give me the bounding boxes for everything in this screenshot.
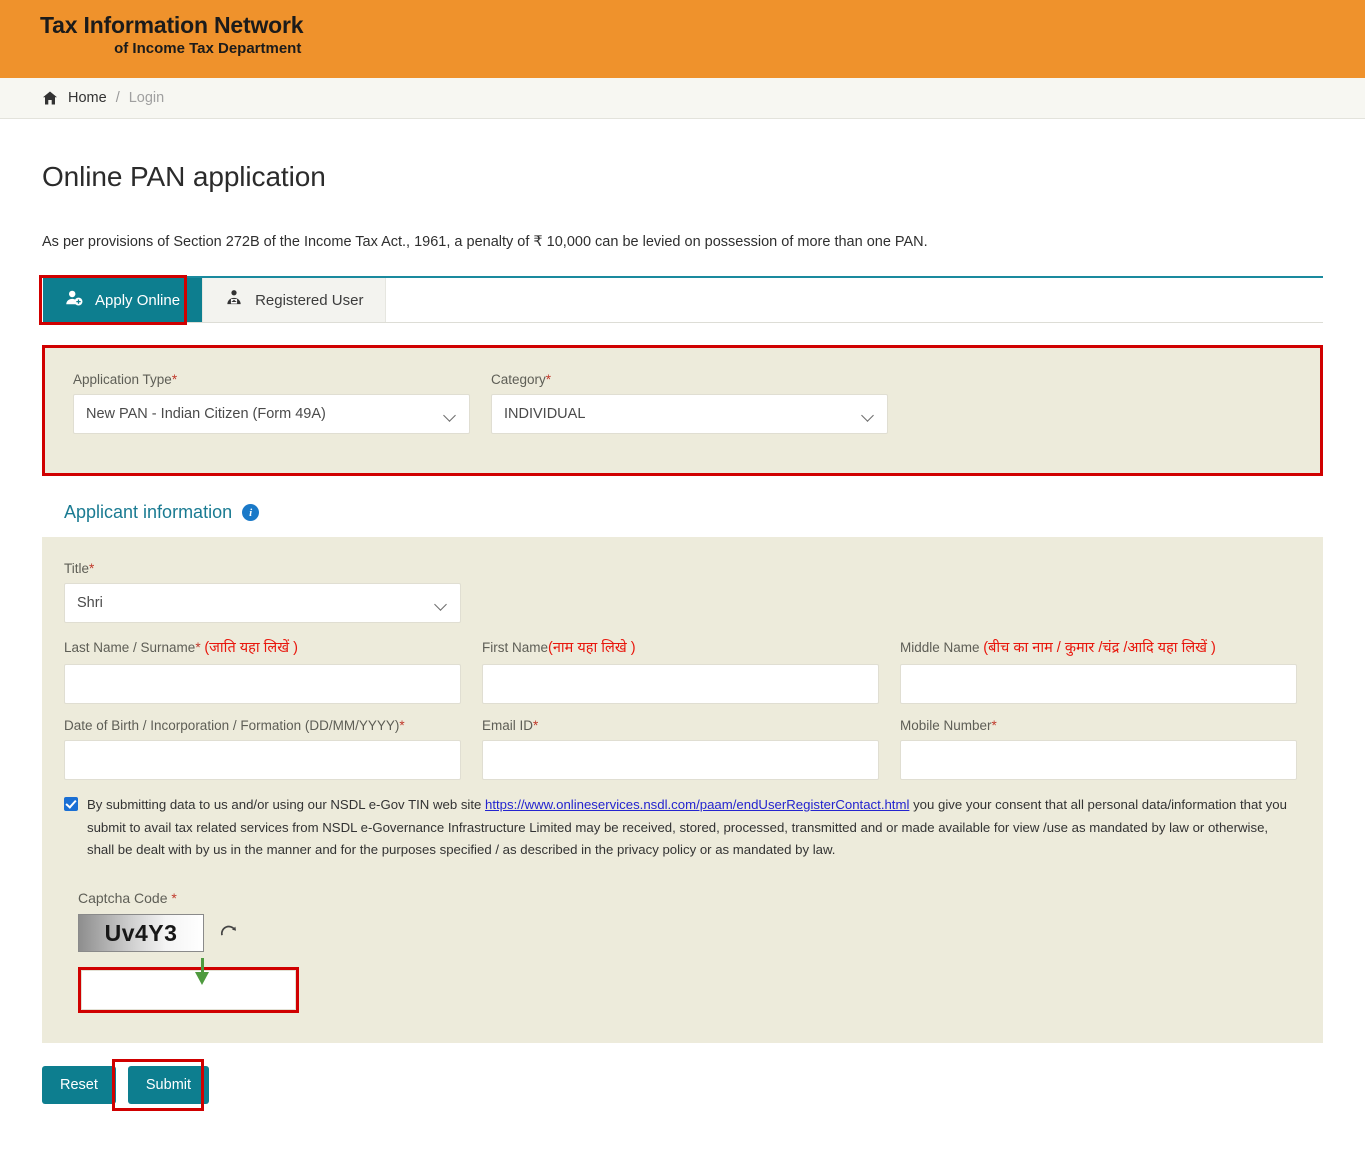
- logo-title: Tax Information Network: [40, 12, 304, 38]
- last-name-input[interactable]: [64, 664, 461, 704]
- last-name-label: Last Name / Surname* (जाति यहा लिखें ): [64, 637, 461, 657]
- applicant-information-heading: Applicant information i: [64, 502, 1323, 523]
- consent-text-before: By submitting data to us and/or using ou…: [87, 797, 486, 812]
- submit-button[interactable]: Submit: [127, 1066, 210, 1105]
- info-icon[interactable]: i: [242, 504, 260, 521]
- page-content: Online PAN application As per provisions…: [0, 119, 1365, 1128]
- breadcrumb-link-home[interactable]: Home: [68, 90, 107, 106]
- reset-button[interactable]: Reset: [42, 1066, 116, 1105]
- tab-registered-user-label: Registered User: [255, 291, 364, 309]
- form-actions: Reset Submit: [42, 1059, 1323, 1128]
- application-type-value: New PAN - Indian Citizen (Form 49A): [86, 406, 326, 422]
- mobile-label-text: Mobile Number: [900, 718, 992, 733]
- breadcrumb-current-login: Login: [128, 90, 165, 106]
- dob-required: *: [399, 718, 405, 733]
- dob-input[interactable]: [64, 740, 461, 780]
- tab-registered-user[interactable]: Registered User: [202, 278, 387, 322]
- field-application-type: Application Type* New PAN - Indian Citiz…: [73, 372, 470, 434]
- application-type-required: *: [171, 372, 178, 387]
- consent-text: By submitting data to us and/or using ou…: [87, 794, 1297, 862]
- dob-label-text: Date of Birth / Incorporation / Formatio…: [64, 718, 400, 733]
- last-name-label-text: Last Name / Surname: [64, 640, 196, 655]
- captcha-label-text: Captcha Code: [78, 890, 172, 907]
- user-add-icon: [65, 289, 83, 311]
- field-middle-name: Middle Name (बीच का नाम / कुमार /चंद्र /…: [900, 637, 1297, 704]
- middle-name-hindi-note: (बीच का नाम / कुमार /चंद्र /आदि यहा लिखे…: [983, 640, 1216, 656]
- application-type-panel: Application Type* New PAN - Indian Citiz…: [42, 345, 1323, 476]
- middle-name-label: Middle Name (बीच का नाम / कुमार /चंद्र /…: [900, 637, 1297, 657]
- category-label: Category*: [491, 372, 888, 387]
- tab-bar: Apply Online Registered User: [39, 275, 1323, 325]
- last-name-required: *: [195, 640, 201, 655]
- refresh-icon[interactable]: [218, 922, 240, 944]
- application-type-label: Application Type*: [73, 372, 470, 387]
- email-label: Email ID*: [482, 718, 879, 733]
- applicant-information-heading-text: Applicant information: [64, 502, 233, 522]
- site-header: Tax Information Network of Income Tax De…: [0, 0, 1365, 78]
- first-name-label: First Name(नाम यहा लिखे ): [482, 637, 879, 657]
- contact-row: Date of Birth / Incorporation / Formatio…: [64, 718, 1301, 780]
- mobile-label: Mobile Number*: [900, 718, 1297, 733]
- title-label: Title*: [64, 561, 461, 576]
- first-name-hindi-note: (नाम यहा लिखे ): [548, 640, 636, 656]
- middle-name-label-text: Middle Name: [900, 640, 984, 655]
- mobile-required: *: [991, 718, 997, 733]
- field-first-name: First Name(नाम यहा लिखे ): [482, 637, 879, 704]
- intro-text: As per provisions of Section 272B of the…: [42, 234, 928, 250]
- logo-subtitle: of Income Tax Department: [114, 39, 302, 57]
- mobile-input[interactable]: [900, 740, 1297, 780]
- first-name-input[interactable]: [482, 664, 879, 704]
- title-label-text: Title: [64, 561, 90, 576]
- application-type-label-text: Application Type: [73, 372, 172, 387]
- home-icon[interactable]: [42, 90, 58, 106]
- captcha-label: Captcha Code *: [78, 890, 1301, 906]
- middle-name-input[interactable]: [900, 664, 1297, 704]
- category-value: INDIVIDUAL: [504, 406, 586, 422]
- captcha-row: Uv4Y3: [78, 914, 1301, 953]
- title-row: Title* Shri: [64, 561, 1301, 623]
- dob-label: Date of Birth / Incorporation / Formatio…: [64, 718, 461, 733]
- captcha-input-highlight: [78, 967, 299, 1014]
- captcha-block: Captcha Code * Uv4Y3: [64, 890, 1301, 1014]
- category-required: *: [545, 372, 552, 387]
- breadcrumb: Home / Login: [0, 78, 1365, 119]
- category-select[interactable]: INDIVIDUAL: [491, 394, 888, 434]
- captcha-image: Uv4Y3: [78, 914, 204, 953]
- name-row: Last Name / Surname* (जाति यहा लिखें ) F…: [64, 637, 1301, 704]
- field-date-of-birth: Date of Birth / Incorporation / Formatio…: [64, 718, 461, 780]
- title-value: Shri: [77, 595, 103, 611]
- email-required: *: [533, 718, 539, 733]
- title-required: *: [89, 561, 95, 576]
- field-last-name: Last Name / Surname* (जाति यहा लिखें ): [64, 637, 461, 704]
- application-type-select[interactable]: New PAN - Indian Citizen (Form 49A): [73, 394, 470, 434]
- consent-block: By submitting data to us and/or using ou…: [64, 794, 1301, 862]
- field-mobile-number: Mobile Number*: [900, 718, 1297, 780]
- breadcrumb-separator: /: [115, 90, 120, 106]
- field-title: Title* Shri: [64, 561, 461, 623]
- email-input[interactable]: [482, 740, 879, 780]
- title-select[interactable]: Shri: [64, 583, 461, 623]
- email-label-text: Email ID: [482, 718, 534, 733]
- tab-apply-online[interactable]: Apply Online: [43, 278, 203, 322]
- consent-checkbox[interactable]: [64, 797, 78, 811]
- last-name-hindi-note: (जाति यहा लिखें ): [204, 640, 298, 656]
- tab-apply-online-label: Apply Online: [95, 291, 181, 309]
- consent-link[interactable]: https://www.onlineservices.nsdl.com/paam…: [485, 797, 909, 812]
- captcha-required: *: [171, 890, 177, 907]
- captcha-pointer-arrow-head: [195, 972, 209, 986]
- category-label-text: Category: [491, 372, 546, 387]
- application-type-row: Application Type* New PAN - Indian Citiz…: [73, 372, 1292, 434]
- applicant-information-panel: Title* Shri Last Name / Surname* (जाति य…: [42, 537, 1323, 1044]
- captcha-input[interactable]: [81, 970, 296, 1011]
- field-category: Category* INDIVIDUAL: [491, 372, 888, 434]
- field-email: Email ID*: [482, 718, 879, 780]
- page-title: Online PAN application: [42, 161, 326, 192]
- first-name-label-text: First Name: [482, 640, 549, 655]
- site-logo: Tax Information Network of Income Tax De…: [40, 12, 304, 58]
- user-check-icon: [225, 289, 243, 311]
